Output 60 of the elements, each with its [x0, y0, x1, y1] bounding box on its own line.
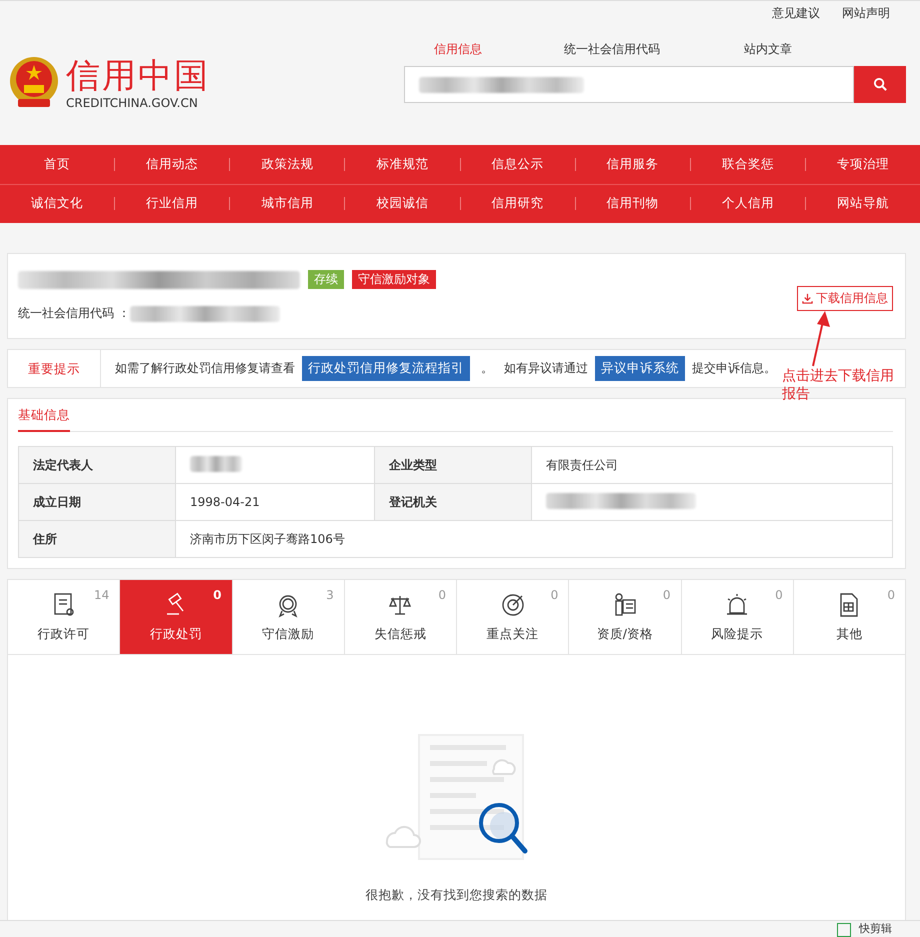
field-value: 有限责任公司: [532, 446, 892, 484]
nav-link[interactable]: 政策法规: [261, 156, 314, 173]
nav-link[interactable]: 信息公示: [492, 156, 544, 173]
field-label: 企业类型: [374, 446, 532, 484]
empty-message: 很抱歉，没有找到您搜索的数据: [366, 887, 548, 904]
annotation-arrow: [810, 311, 832, 367]
nav-link[interactable]: 个人信用: [722, 195, 774, 212]
basic-info-tab[interactable]: 基础信息: [18, 407, 70, 432]
nav-link[interactable]: 首页: [44, 156, 70, 173]
nav-link[interactable]: 行业信用: [146, 195, 198, 212]
search-tab[interactable]: 统一社会信用代码: [564, 33, 744, 66]
category-tab[interactable]: 0 风险提示: [682, 580, 794, 654]
nav-link[interactable]: 联合奖惩: [722, 156, 774, 173]
search-tab[interactable]: 信用信息: [434, 33, 564, 66]
field-label: 登记机关: [374, 484, 532, 520]
search-button[interactable]: [854, 66, 906, 103]
credit-code-label: 统一社会信用代码 ：: [18, 305, 130, 322]
notice-text: 提交申诉信息。: [692, 360, 776, 377]
field-label: 住所: [18, 520, 176, 558]
category-tab[interactable]: 0 失信惩戒: [344, 580, 457, 654]
footer-tool[interactable]: 快剪辑: [859, 922, 892, 935]
nav-link[interactable]: 专项治理: [836, 156, 889, 173]
site-title: 信用中国: [66, 56, 210, 96]
category-tab[interactable]: 3 守信激励: [232, 580, 345, 654]
status-tag: 守信激励对象: [352, 270, 436, 289]
nav-link[interactable]: 信用服务: [606, 156, 659, 173]
blurred-text: [190, 456, 242, 472]
field-label: 成立日期: [18, 484, 176, 520]
appeal-link[interactable]: 异议申诉系统: [595, 356, 685, 381]
annotation-text: 点击进去下载信用报告: [782, 367, 895, 403]
field-value: 济南市历下区闵子骞路106号: [176, 520, 892, 558]
category-tab[interactable]: 0 重点关注: [457, 580, 570, 654]
search-field[interactable]: [404, 66, 854, 103]
nav-link[interactable]: 网站导航: [836, 195, 889, 212]
notice-text: 如有异议请通过: [504, 360, 588, 377]
site-domain: CREDITCHINA.GOV.CN: [66, 96, 199, 110]
category-icon: [500, 592, 526, 618]
nav-link[interactable]: 标准规范: [376, 156, 428, 173]
notice-text: 。: [480, 360, 494, 377]
category-tab[interactable]: 0 行政处罚: [120, 580, 232, 654]
nav-link[interactable]: 诚信文化: [31, 195, 84, 212]
guide-link[interactable]: 行政处罚信用修复流程指引: [302, 356, 470, 381]
field-label: 法定代表人: [18, 446, 176, 484]
category-tab[interactable]: 0 资质/资格: [569, 580, 682, 654]
nav-link[interactable]: 城市信用: [261, 195, 314, 212]
nav-link[interactable]: 信用动态: [146, 156, 198, 173]
top-link[interactable]: 网站声明: [842, 5, 890, 23]
notice-text: 如需了解行政处罚信用修复请查看: [115, 360, 295, 377]
search-tab[interactable]: 站内文章: [744, 33, 792, 66]
top-link[interactable]: 意见建议: [772, 5, 820, 23]
status-tag: 存续: [308, 270, 344, 289]
category-tab[interactable]: 0 其他: [794, 580, 905, 654]
field-value: 1998-04-21: [176, 484, 375, 520]
download-button[interactable]: 下载信用信息: [797, 286, 893, 311]
notice-title: 重要提示: [8, 350, 101, 387]
search-icon: [872, 77, 888, 92]
nav-link[interactable]: 校园诚信: [376, 195, 428, 212]
nav-link[interactable]: 信用研究: [492, 195, 544, 212]
nav-link[interactable]: 信用刊物: [606, 195, 659, 212]
download-icon: [802, 293, 813, 304]
